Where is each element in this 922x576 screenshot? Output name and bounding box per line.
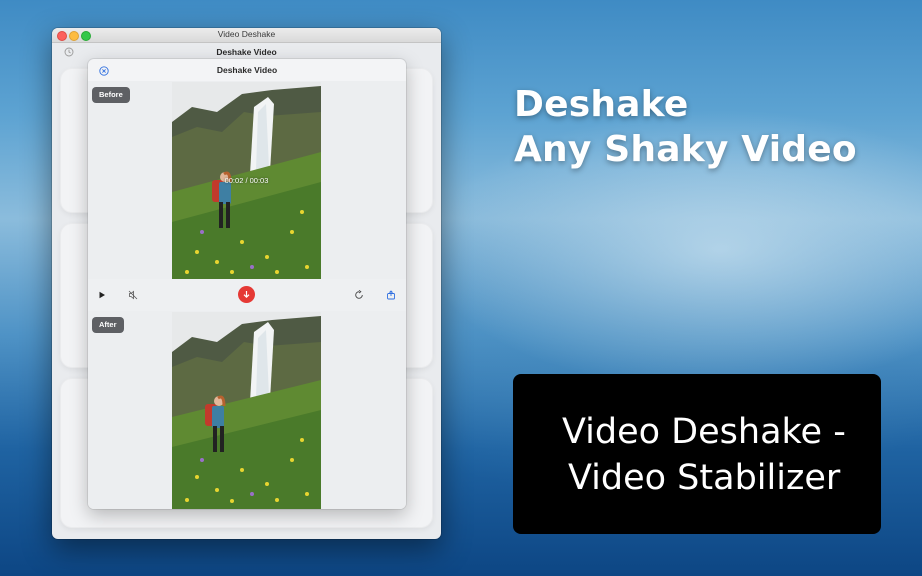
app-window: Video Deshake Deshake Video Deshake Vide… [52, 28, 441, 539]
playback-controls [88, 279, 406, 311]
after-video[interactable] [172, 312, 321, 509]
play-icon [99, 291, 105, 299]
before-label: Before [92, 87, 130, 103]
mute-icon [128, 290, 138, 300]
banner-line-2: Video Stabilizer [568, 458, 841, 498]
mute-button[interactable] [125, 287, 141, 303]
download-button[interactable] [238, 286, 255, 303]
headline-line-2: Any Shaky Video [514, 129, 857, 170]
deshake-sheet: Deshake Video 00:02 / 00:03 Before After [88, 59, 406, 509]
export-button[interactable] [383, 287, 399, 303]
main-title: Deshake Video [216, 47, 277, 57]
reset-button[interactable] [351, 287, 367, 303]
sheet-title: Deshake Video [216, 65, 278, 75]
headline-line-1: Deshake [514, 84, 689, 125]
after-preview-pane: After [88, 311, 406, 509]
play-button[interactable] [94, 287, 110, 303]
marketing-headline: Deshake Any Shaky Video [514, 82, 857, 172]
before-preview-pane: 00:02 / 00:03 Before [88, 81, 406, 279]
export-icon [387, 290, 395, 300]
playback-timestamp: 00:02 / 00:03 [224, 176, 269, 185]
download-icon [243, 291, 250, 299]
title-bar[interactable]: Video Deshake [52, 28, 441, 43]
banner-line-1: Video Deshake - [562, 412, 846, 452]
app-name-banner: Video Deshake - Video Stabilizer [513, 374, 881, 534]
reset-icon [355, 290, 363, 299]
waterfall-scene [172, 312, 321, 509]
window-title: Video Deshake [217, 29, 276, 39]
before-video[interactable]: 00:02 / 00:03 [172, 82, 321, 279]
sheet-header: Deshake Video [88, 59, 406, 81]
after-label: After [92, 317, 124, 333]
